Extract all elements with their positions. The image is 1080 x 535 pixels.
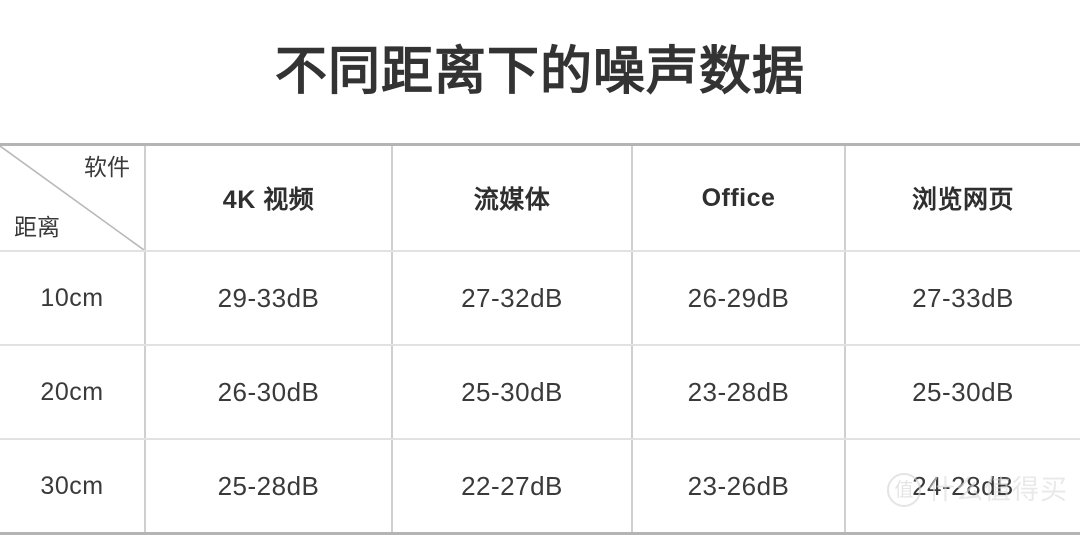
corner-inner: 软件 距离 xyxy=(0,146,144,250)
cell-value: 27-32dB xyxy=(461,282,563,313)
column-header-label: 浏览网页 xyxy=(911,186,1014,214)
noise-data-table: 软件 距离 4K 视频 流媒体 Office 浏览网页 10cm 29-33dB… xyxy=(0,146,1080,532)
cell-value: 27-33dB xyxy=(912,282,1014,313)
cell-value: 24-28dB xyxy=(912,470,1014,501)
cell-value: 23-26dB xyxy=(687,470,790,501)
cell-value: 29-33dB xyxy=(217,282,320,313)
column-header-web-browsing: 浏览网页 xyxy=(845,146,1080,252)
row-header-label: 30cm xyxy=(40,471,104,500)
row-header-label: 10cm xyxy=(40,283,104,312)
cell-value: 26-29dB xyxy=(687,282,790,313)
cell-value: 22-27dB xyxy=(461,470,563,501)
cell-10cm-office: 26-29dB xyxy=(632,251,846,346)
corner-label-distance: 距离 xyxy=(14,214,60,241)
cell-30cm-4k-video: 25-28dB xyxy=(145,439,393,532)
corner-header-cell: 软件 距离 xyxy=(0,146,146,252)
cell-20cm-streaming: 25-30dB xyxy=(392,345,633,440)
column-header-label: 4K 视频 xyxy=(222,186,315,214)
column-header-label: Office xyxy=(701,183,776,212)
row-header-label: 20cm xyxy=(40,377,104,406)
column-header-streaming: 流媒体 xyxy=(392,146,633,252)
cell-value: 25-30dB xyxy=(912,376,1014,407)
cell-20cm-4k-video: 26-30dB xyxy=(145,345,393,440)
column-header-office: Office xyxy=(632,146,846,252)
row-header-20cm: 20cm xyxy=(0,345,146,440)
table-container: 软件 距离 4K 视频 流媒体 Office 浏览网页 10cm 29-33dB… xyxy=(0,143,1080,535)
cell-value: 26-30dB xyxy=(217,376,320,407)
cell-30cm-streaming: 22-27dB xyxy=(392,439,633,532)
cell-10cm-4k-video: 29-33dB xyxy=(145,251,393,346)
cell-20cm-web-browsing: 25-30dB xyxy=(845,345,1080,440)
table-header-row: 软件 距离 4K 视频 流媒体 Office 浏览网页 xyxy=(0,146,1080,252)
cell-value: 23-28dB xyxy=(687,376,790,407)
cell-10cm-streaming: 27-32dB xyxy=(392,251,633,346)
cell-value: 25-28dB xyxy=(217,470,320,501)
noise-data-table-page: 不同距离下的噪声数据 软件 距离 4K 视频 流媒体 Office 浏览网页 1… xyxy=(0,0,1080,535)
cell-value: 25-30dB xyxy=(461,376,563,407)
cell-10cm-web-browsing: 27-33dB xyxy=(845,251,1080,346)
cell-30cm-web-browsing: 24-28dB xyxy=(845,439,1080,532)
column-header-label: 流媒体 xyxy=(473,186,551,214)
column-header-4k-video: 4K 视频 xyxy=(145,146,393,252)
table-row: 20cm 26-30dB 25-30dB 23-28dB 25-30dB xyxy=(0,345,1080,440)
table-row: 10cm 29-33dB 27-32dB 26-29dB 27-33dB xyxy=(0,251,1080,346)
corner-label-software: 软件 xyxy=(84,154,130,180)
page-title: 不同距离下的噪声数据 xyxy=(274,42,805,101)
title-area: 不同距离下的噪声数据 xyxy=(0,0,1080,143)
cell-20cm-office: 23-28dB xyxy=(632,345,846,440)
row-header-10cm: 10cm xyxy=(0,251,146,346)
row-header-30cm: 30cm xyxy=(0,439,146,532)
cell-30cm-office: 23-26dB xyxy=(632,439,846,532)
table-row: 30cm 25-28dB 22-27dB 23-26dB 24-28dB xyxy=(0,439,1080,532)
